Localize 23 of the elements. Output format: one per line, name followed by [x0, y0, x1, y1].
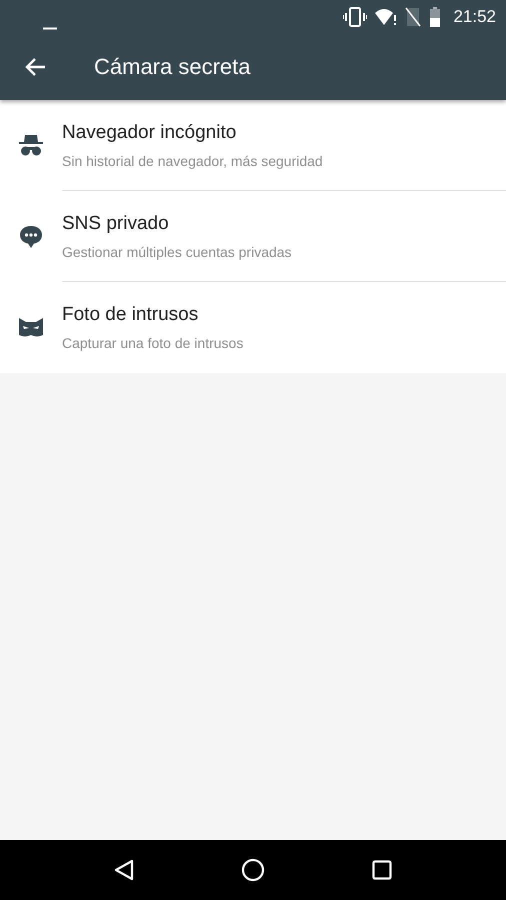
back-arrow-icon	[24, 57, 46, 77]
vibrate-icon	[343, 7, 368, 27]
menu-item[interactable]: SNS privado Gestionar múltiples cuentas privadas	[0, 191, 506, 282]
chat-bubble-icon	[19, 224, 43, 248]
item-title: SNS privado	[62, 212, 170, 234]
menu-item[interactable]: Foto de intrusos Capturar una foto de intrusos	[0, 282, 506, 373]
clock-time: 21:52	[453, 7, 496, 27]
item-subtitle: Capturar una foto de intrusos	[62, 335, 244, 351]
item-subtitle: Gestionar múltiples cuentas privadas	[62, 244, 293, 260]
item-title: Navegador incógnito	[62, 122, 238, 144]
menu-item[interactable]: Navegador incógnito Sin historial de navegador, más seguridad	[0, 100, 506, 191]
mask-icon	[19, 318, 43, 338]
wifi-icon	[375, 8, 398, 26]
circle-home-icon	[240, 858, 265, 882]
square-recents-icon	[372, 860, 392, 880]
hat-glasses-icon	[18, 134, 44, 156]
item-subtitle: Sin historial de navegador, más seguridad	[62, 152, 324, 168]
screen-title: Cámara secreta	[94, 54, 251, 80]
battery-icon	[429, 7, 442, 27]
notification-icon	[43, 26, 57, 30]
triangle-back-icon	[114, 859, 134, 881]
item-title: Foto de intrusos	[62, 304, 200, 326]
no-sim-icon	[405, 7, 422, 27]
